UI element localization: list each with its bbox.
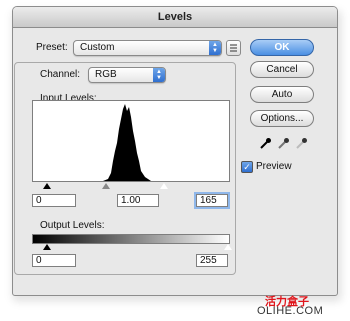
output-black-slider[interactable] (43, 244, 51, 250)
eyedropper-gray-icon[interactable] (276, 137, 290, 151)
preset-stepper-icon: ▲ ▼ (209, 41, 221, 55)
list-menu-icon-graphic (230, 44, 237, 52)
output-black-field[interactable]: 0 (32, 254, 76, 267)
input-gamma-slider[interactable] (102, 183, 110, 189)
input-white-slider[interactable] (160, 183, 168, 189)
histogram-graphic (103, 104, 151, 181)
input-gamma-field[interactable]: 1.00 (117, 194, 159, 207)
output-levels-label: Output Levels: (40, 220, 105, 231)
auto-button[interactable]: Auto (250, 86, 314, 103)
preview-checkbox[interactable]: ✓ (241, 161, 253, 173)
preview-label: Preview (256, 161, 292, 172)
channel-stepper-icon: ▲ ▼ (153, 68, 165, 82)
channel-label: Channel: (40, 69, 81, 80)
input-black-slider[interactable] (43, 183, 51, 189)
output-white-slider[interactable] (224, 244, 232, 250)
input-white-field[interactable]: 165 (196, 194, 228, 207)
preset-select[interactable]: Custom ▲ ▼ (73, 40, 222, 56)
eyedropper-black-icon[interactable] (258, 137, 272, 151)
dialog-title: Levels (157, 11, 193, 23)
input-black-field[interactable]: 0 (32, 194, 76, 207)
channel-select[interactable]: RGB ▲ ▼ (88, 67, 166, 83)
title-bar: Levels (13, 7, 337, 28)
ok-button[interactable]: OK (250, 39, 314, 56)
histogram (32, 100, 230, 182)
output-gradient-bar (32, 234, 230, 244)
preset-value: Custom (80, 42, 115, 53)
cancel-button[interactable]: Cancel (250, 61, 314, 78)
eyedropper-white-icon[interactable] (294, 137, 308, 151)
watermark-url: OLIHE.COM (257, 305, 324, 317)
channel-value: RGB (95, 69, 117, 80)
list-menu-icon[interactable] (226, 40, 241, 56)
options-button[interactable]: Options... (250, 110, 314, 127)
output-white-field[interactable]: 255 (196, 254, 228, 267)
preset-label: Preset: (36, 42, 68, 53)
